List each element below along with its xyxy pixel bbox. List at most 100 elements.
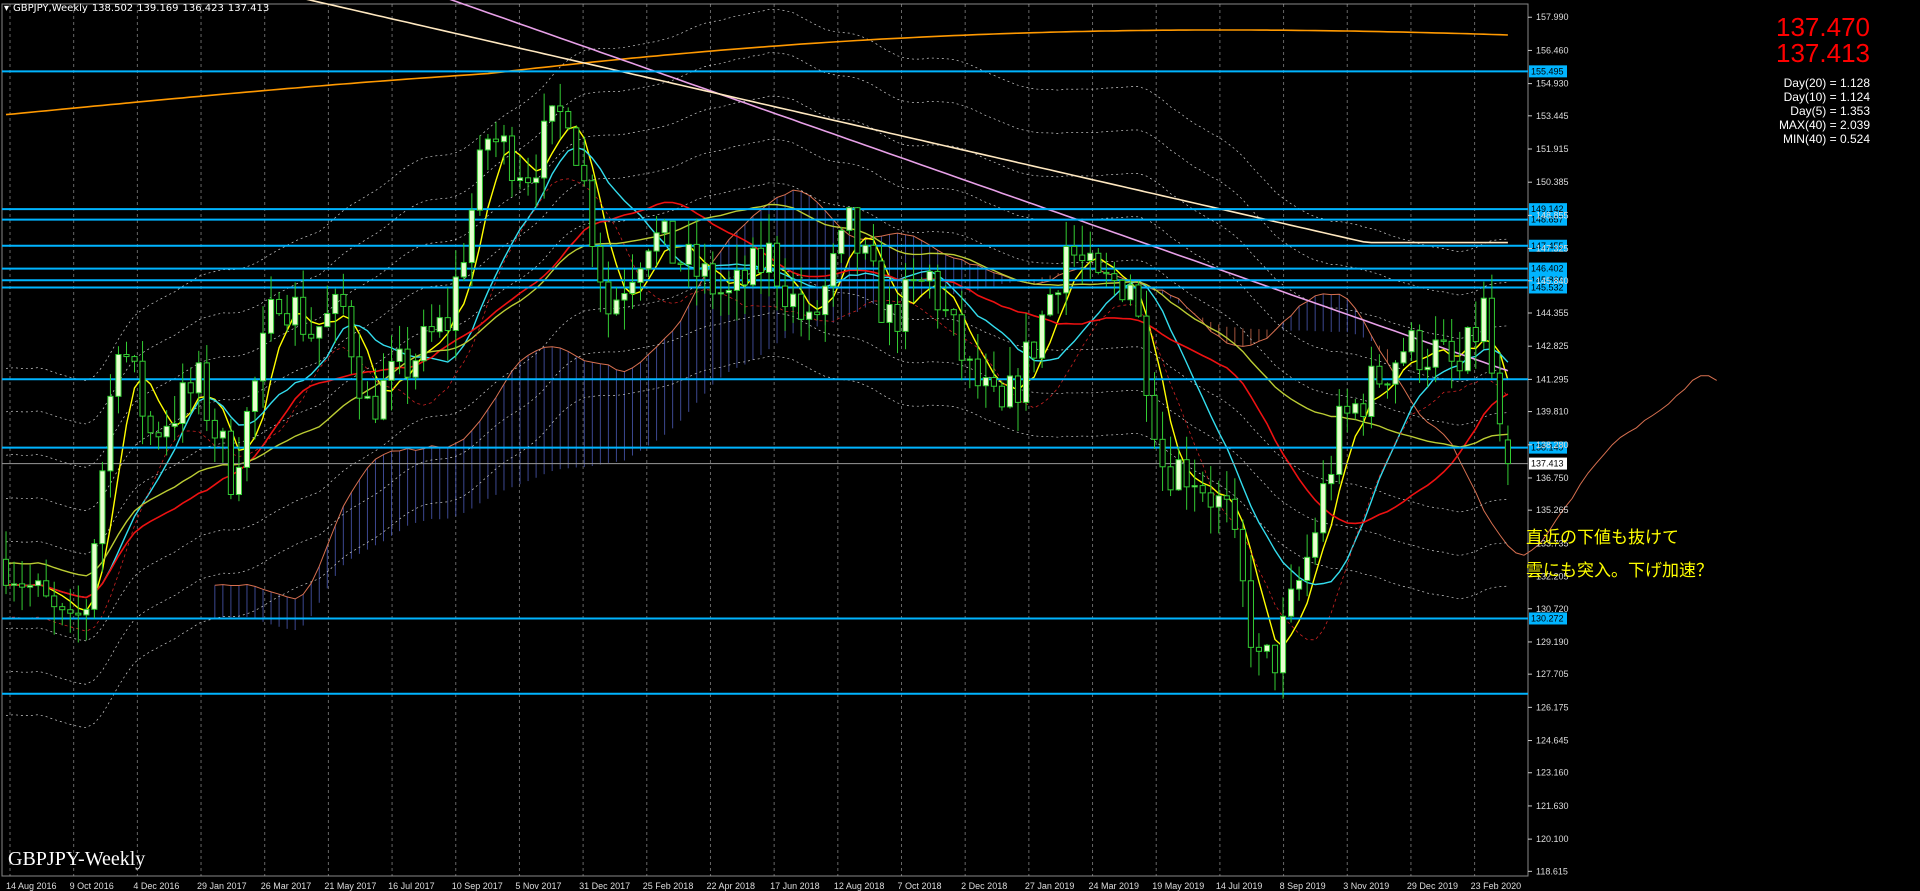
candle-body [59,606,66,611]
candle-body [733,269,740,291]
time-label: 16 Jul 2017 [388,881,435,891]
candle-body [1392,362,1399,385]
close-value: 137.413 [227,3,270,14]
candle-body [364,395,371,399]
candle-body [1424,366,1431,371]
time-label: 8 Sep 2019 [1280,881,1326,891]
candle-body [629,281,636,295]
time-label: 25 Feb 2018 [643,881,694,891]
candle-body [1103,271,1110,275]
candle-body [396,348,403,362]
candle-body [854,207,861,254]
candle-body [1207,492,1214,508]
candle-body [557,105,564,113]
candle-body [653,232,660,252]
candle-body [934,270,941,311]
time-label: 14 Jul 2019 [1216,881,1263,891]
candle-body [1014,375,1022,403]
triangle-icon: ▾ [4,3,10,14]
candle-body [484,138,491,151]
candle-body [950,309,957,316]
candle-body [1215,495,1222,508]
time-label: 23 Feb 2020 [1471,881,1522,891]
candle-body [420,326,427,362]
candle-body [1312,532,1319,558]
price-tick-label: 145.840 [1536,276,1569,286]
candle-body [1127,284,1134,301]
price-tick-label: 150.385 [1536,177,1569,187]
candle-body [1055,292,1062,296]
price-tick-label: 120.100 [1536,834,1569,844]
candle-body [725,289,732,294]
candle-body [1030,341,1038,359]
ma-26 [5,201,1509,599]
candle-body [99,470,106,545]
candle-body [292,296,299,326]
ma-100 [449,0,1509,372]
candle-body [645,250,652,270]
stat-max40: MAX(40) = 2.039 [1778,118,1870,132]
candle-body [67,609,74,614]
candle-body [958,314,965,361]
price-tick-label: 148.855 [1536,210,1569,220]
candle-body [508,135,516,182]
candle-body [886,303,893,323]
price-tick-label: 124.645 [1536,736,1569,746]
time-label: 31 Dec 2017 [579,881,630,891]
candle-body [862,244,869,254]
candle-body [516,177,524,182]
candle-body [765,242,773,273]
price-tick-label: 123.160 [1536,768,1569,778]
ask-price: 137.413 [1776,38,1870,68]
low-value: 136.423 [182,3,224,14]
candle-body [356,356,363,399]
candle-body [637,268,644,283]
time-label: 10 Sep 2017 [452,881,503,891]
candle-body [1159,438,1166,468]
candle-body [1368,365,1375,417]
candle-body [918,279,925,282]
candle-body [693,243,700,277]
candle-body [235,466,243,496]
stat-day5: Day(5) = 1.353 [1790,104,1870,118]
candle-body [27,585,34,588]
candle-body [1095,252,1102,273]
note-line-1: 直近の下値も抜けて [1526,528,1679,548]
candle-body [115,354,122,397]
candle-body [974,358,981,387]
candle-body [709,263,716,295]
candle-body [1416,330,1423,371]
candle-body [83,608,90,616]
price-chart[interactable]: 155.495149.142148.657147.455146.402145.8… [0,0,1920,891]
stat-min40: MIN(40) = 0.524 [1782,132,1870,146]
price-tick-label: 142.825 [1536,341,1569,351]
candle-body [790,293,797,308]
candle-body [404,348,411,378]
candle-body [1191,485,1198,488]
candle-body [597,245,604,283]
candle-body [1287,588,1295,617]
price-tick-label: 127.705 [1536,669,1569,679]
symbol-label: GBPJPY,Weekly [13,3,88,14]
time-label: 3 Nov 2019 [1343,881,1389,891]
price-panel: 137.470 137.413 [1776,14,1870,66]
candle-body [259,332,267,382]
chart-title: ▾ GBPJPY,Weekly 138.502 139.169 136.423 137.4… [4,3,273,14]
level-label: 137.413 [1531,459,1564,469]
candle-body [1183,459,1190,488]
candle-body [846,207,853,231]
candle-body [749,247,757,286]
time-label: 26 Mar 2017 [261,881,312,891]
candle-body [51,595,58,608]
candle-body [942,309,949,312]
candle-body [982,377,989,387]
candle-body [1271,644,1279,674]
candle-body [468,209,475,264]
candle-body [1223,495,1230,500]
time-label: 9 Oct 2016 [70,881,114,891]
candle-body [500,135,508,143]
candle-body [227,430,234,496]
candle-body [1408,330,1415,353]
candle-body [412,360,419,378]
candle-body [822,285,829,316]
